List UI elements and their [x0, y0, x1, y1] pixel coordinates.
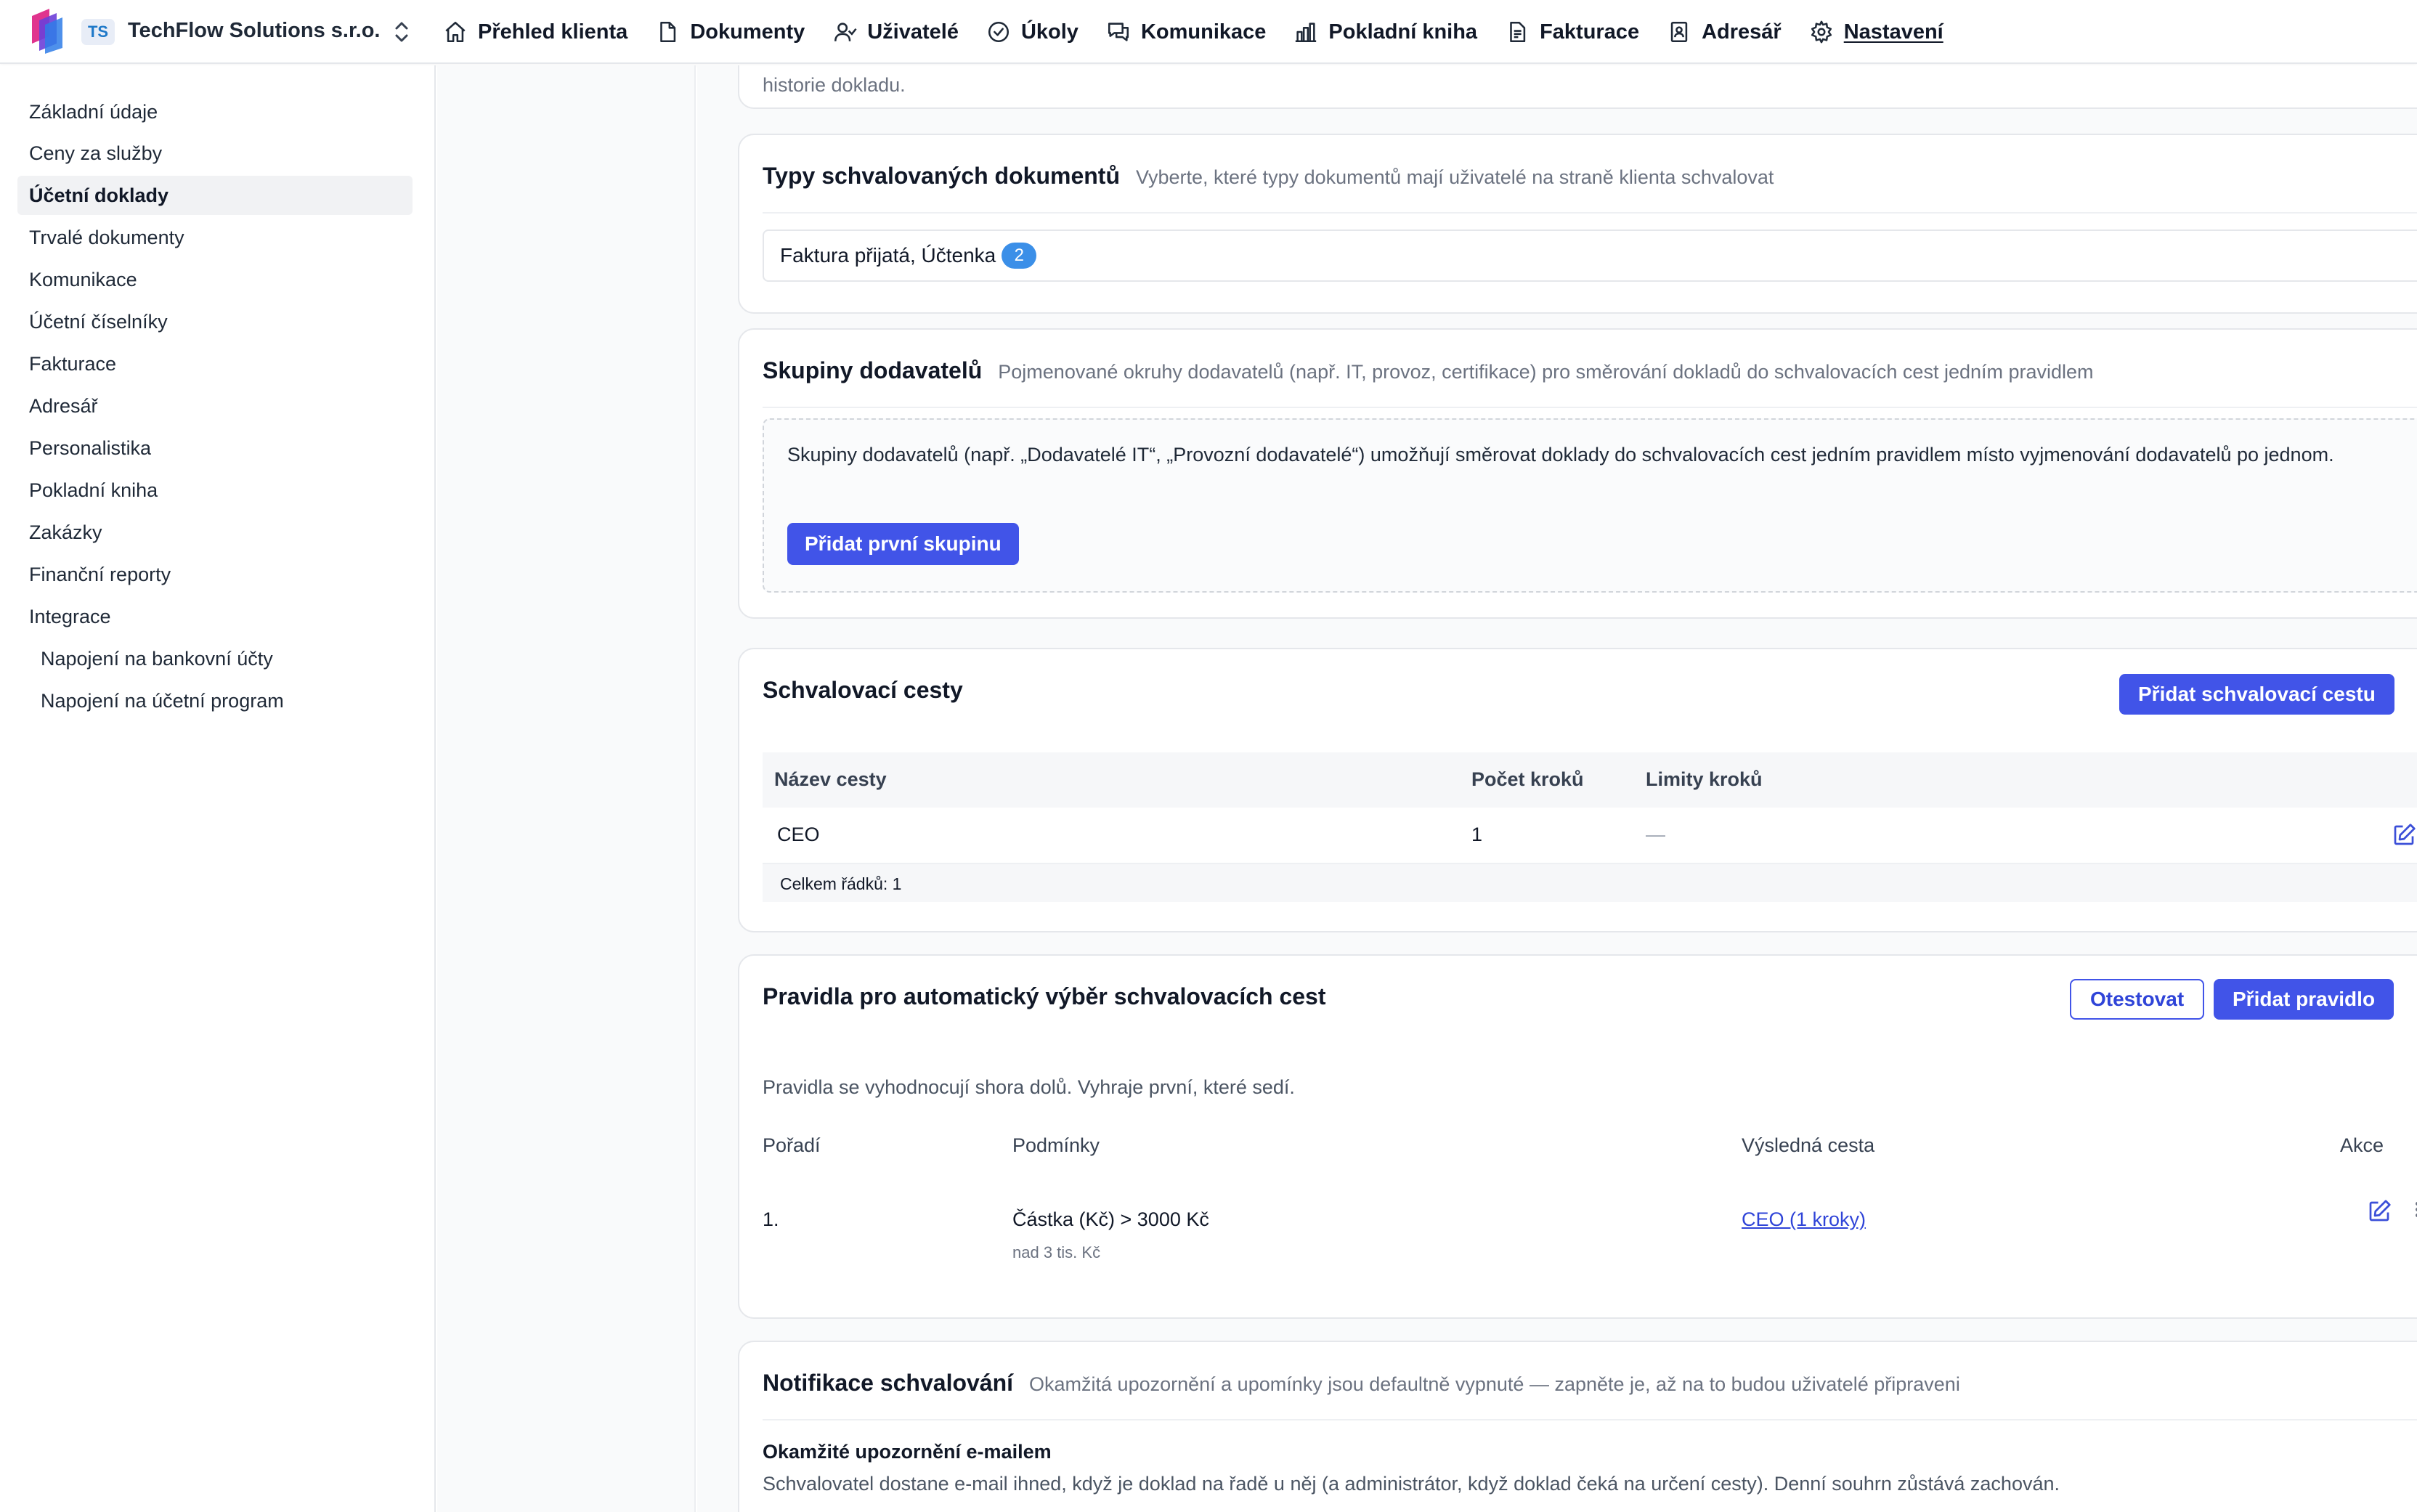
rule-condition-cell: Částka (Kč) > 3000 Kč: [1012, 1208, 1209, 1230]
rules-note: Pravidla se vyhodnocují shora dolů. Vyhr…: [763, 1076, 1295, 1098]
settings-sidebar: Základní údaje Ceny za služby Účetní dok…: [0, 65, 436, 1512]
sidebar-item-ceny-za-sluzby[interactable]: Ceny za služby: [17, 134, 413, 173]
sidebar-item-pokladni-kniha[interactable]: Pokladní kniha: [17, 471, 413, 510]
chevron-up-down-icon[interactable]: [391, 17, 413, 46]
add-rule-button[interactable]: Přidat pravidlo: [2214, 979, 2394, 1020]
approval-paths-table-footer: Celkem řádků: 1: [763, 864, 2417, 902]
approval-paths-title: Schvalovací cesty: [763, 677, 963, 703]
edit-icon[interactable]: [2366, 1198, 2392, 1224]
nav-ukoly[interactable]: Úkoly: [986, 20, 1078, 44]
supplier-groups-desc: Pojmenované okruhy dodavatelů (např. IT,…: [998, 361, 2094, 383]
users-icon: [834, 23, 857, 41]
table-row[interactable]: CEO 1 —: [763, 808, 2417, 864]
approval-paths-card: Schvalovací cesty Přidat schvalovací ces…: [738, 648, 2417, 932]
divider: [763, 407, 2417, 408]
sidebar-item-bankovni-ucty[interactable]: Napojení na bankovní účty: [29, 639, 424, 678]
edit-icon[interactable]: [2391, 822, 2417, 848]
row-count-text: Celkem řádků: 1: [780, 874, 902, 893]
app-logo-icon[interactable]: [28, 7, 67, 55]
home-icon: [445, 21, 466, 43]
doc-types-desc: Vyberte, které typy dokumentů mají uživa…: [1135, 166, 1774, 188]
selected-count-badge: 2: [1002, 243, 1037, 269]
nav-dokumenty[interactable]: Dokumenty: [655, 20, 805, 44]
top-navigation-bar: TS TechFlow Solutions s.r.o. Přehled kli…: [0, 0, 2417, 64]
supplier-groups-title: Skupiny dodavatelů Pojmenované okruhy dod…: [763, 357, 2094, 383]
path-limits-cell: —: [1646, 824, 1665, 845]
sidebar-item-zakladni-udaje[interactable]: Základní údaje: [17, 92, 413, 131]
nav-fakturace[interactable]: Fakturace: [1505, 20, 1639, 44]
supplier-groups-empty-text: Skupiny dodavatelů (např. „Dodavatelé IT…: [787, 444, 2334, 466]
sidebar-item-trvale-dokumenty[interactable]: Trvalé dokumenty: [17, 218, 413, 257]
nav-prehled-klienta[interactable]: Přehled klienta: [443, 20, 627, 44]
doc-types-title: Typy schvalovaných dokumentů Vyberte, kte…: [763, 163, 1774, 189]
sidebar-item-financni-reporty[interactable]: Finanční reporty: [17, 555, 413, 594]
nav-nastaveni[interactable]: Nastavení: [1809, 20, 1943, 44]
column-header-nazev-cesty[interactable]: Název cesty: [774, 768, 887, 791]
email-notification-title: Okamžité upozornění e-mailem: [763, 1441, 1052, 1463]
notifications-card: Notifikace schvalování Okamžitá upozorněn…: [738, 1341, 2417, 1512]
add-approval-path-button[interactable]: Přidat schvalovací cestu: [2119, 674, 2394, 715]
sidebar-item-integrace[interactable]: Integrace: [17, 597, 413, 636]
supplier-groups-empty-state: Skupiny dodavatelů (např. „Dodavatelé IT…: [763, 418, 2417, 593]
cash-book-icon: [1296, 23, 1317, 43]
routing-rules-card: Pravidla pro automatický výběr schvalova…: [738, 954, 2417, 1319]
sidebar-item-ucetni-ciselniky[interactable]: Účetní číselníky: [17, 302, 413, 341]
column-header-vysledna-cesta: Výsledná cesta: [1742, 1134, 1875, 1156]
doc-types-card: Typy schvalovaných dokumentů Vyberte, kte…: [738, 134, 2417, 314]
main-content: historie dokladu. Typy schvalovaných dok…: [697, 65, 2417, 1512]
notifications-desc: Okamžitá upozornění a upomínky jsou defa…: [1029, 1373, 1960, 1395]
approval-paths-table-header: Název cesty Počet kroků Limity kroků: [763, 752, 2417, 808]
previous-card: historie dokladu.: [738, 65, 2417, 109]
invoice-icon: [1510, 21, 1526, 43]
content-gutter: [437, 65, 696, 1512]
org-name[interactable]: TechFlow Solutions s.r.o.: [128, 19, 381, 43]
org-avatar[interactable]: TS: [81, 19, 115, 45]
sidebar-item-ucetni-program[interactable]: Napojení na účetní program: [29, 681, 424, 720]
gear-icon: [1811, 20, 1832, 44]
path-name-cell: CEO: [777, 824, 820, 845]
table-row[interactable]: 1. Částka (Kč) > 3000 Kč nad 3 tis. Kč C…: [763, 1181, 2417, 1283]
rule-result-path-link[interactable]: CEO (1 kroky): [1742, 1208, 1866, 1231]
contacts-icon: [1670, 21, 1688, 43]
nav-komunikace[interactable]: Komunikace: [1106, 20, 1266, 44]
sidebar-item-fakturace[interactable]: Fakturace: [17, 344, 413, 383]
chat-icon: [1108, 23, 1129, 41]
email-notification-desc: Schvalovatel dostane e-mail ihned, když …: [763, 1473, 2060, 1495]
rule-order-cell: 1.: [763, 1208, 779, 1230]
sidebar-item-ucetni-doklady[interactable]: Účetní doklady: [17, 176, 413, 215]
notifications-title: Notifikace schvalování Okamžitá upozorněn…: [763, 1370, 1960, 1396]
divider: [763, 212, 2417, 214]
column-header-pocet-kroku[interactable]: Počet kroků: [1471, 768, 1584, 791]
sidebar-item-zakazky[interactable]: Zakázky: [17, 513, 413, 552]
previous-card-tail-text: historie dokladu.: [763, 74, 906, 96]
document-icon: [660, 21, 676, 43]
nav-adresar[interactable]: Adresář: [1667, 20, 1782, 44]
sidebar-item-personalistika[interactable]: Personalistika: [17, 428, 413, 468]
column-header-poradi: Pořadí: [763, 1134, 821, 1156]
column-header-akce: Akce: [2340, 1134, 2384, 1156]
test-rules-button[interactable]: Otestovat: [2070, 979, 2205, 1020]
sidebar-item-komunikace[interactable]: Komunikace: [17, 260, 413, 299]
doc-types-multiselect[interactable]: Faktura přijatá, Účtenka 2: [763, 229, 2417, 282]
sidebar-item-adresar[interactable]: Adresář: [17, 386, 413, 426]
doc-types-selected-value: Faktura přijatá, Účtenka: [780, 244, 996, 267]
column-header-limity-kroku[interactable]: Limity kroků: [1646, 768, 1763, 791]
column-header-podminky: Podmínky: [1012, 1134, 1100, 1156]
more-options-icon[interactable]: [2414, 1200, 2417, 1226]
path-steps-cell: 1: [1471, 824, 1483, 845]
routing-rules-title: Pravidla pro automatický výběr schvalova…: [763, 983, 1326, 1009]
supplier-groups-card: Skupiny dodavatelů Pojmenované okruhy dod…: [738, 328, 2417, 619]
nav-uzivatele[interactable]: Uživatelé: [832, 20, 959, 44]
rule-condition-hint: nad 3 tis. Kč: [1012, 1243, 1101, 1261]
check-circle-icon: [988, 21, 1009, 43]
nav-pokladni-kniha[interactable]: Pokladní kniha: [1293, 20, 1477, 44]
add-first-group-button[interactable]: Přidat první skupinu: [787, 523, 1019, 565]
divider: [763, 1419, 2417, 1420]
main-nav: Přehled klienta Dokumenty Uživatelé Úkol…: [443, 0, 1971, 64]
